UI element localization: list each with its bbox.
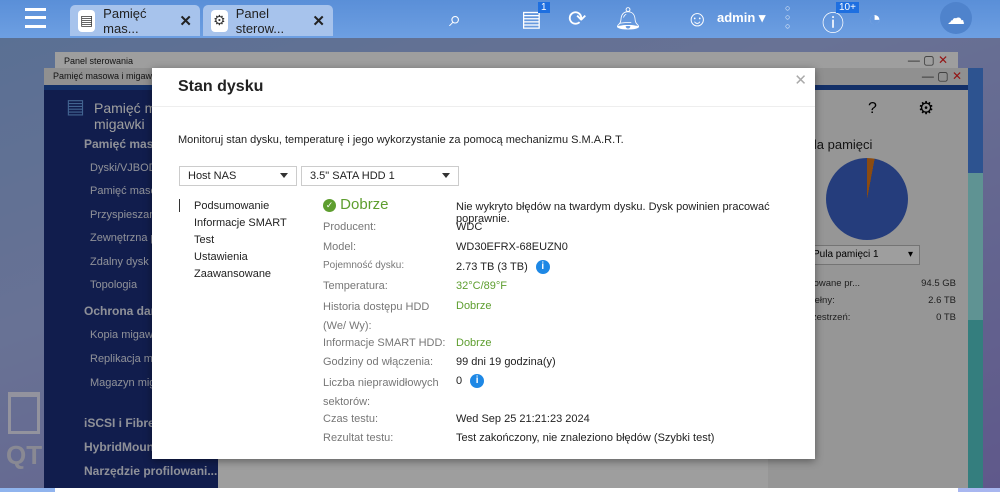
storage-icon: ▤ [78,9,96,32]
disk-status-dialog: Stan dysku ✕ Monitoruj stan dysku, tempe… [152,68,815,459]
smart-info-value: Dobrze [456,337,492,349]
field-label: Godziny od włączenia: [323,356,434,368]
username: admin [717,10,756,25]
dialog-title: Stan dysku [178,78,264,95]
close-icon[interactable]: ✕ [179,12,192,30]
nav-summary[interactable]: Podsumowanie [194,200,269,212]
info-icon[interactable]: i [535,260,550,274]
field-label: Producent: [323,221,377,233]
dialog-description: Monitoruj stan dysku, temperaturę i jego… [178,134,624,146]
test-result-value: Test zakończony, nie znaleziono błędów (… [456,432,715,444]
info-icon[interactable]: i [470,374,485,388]
field-label: Temperatura: [323,280,388,292]
check-icon: ✓ [323,199,336,212]
status-indicator: ✓ Dobrze [323,196,389,213]
dashboard-icon[interactable]: ◔ [868,6,881,32]
bell-icon[interactable]: 🔔︎ [614,6,642,32]
tab-label: Panel sterow... [235,5,285,36]
user-icon[interactable]: ☺ [686,6,708,32]
field-label: Liczba nieprawidłowych sektorów: [323,377,439,408]
nav-smart-info[interactable]: Informacje SMART [194,217,287,229]
disk-select-value: 3.5" SATA HDD 1 [310,170,395,182]
field-label: Historia dostępu HDD (We/ Wy): [323,301,430,332]
field-label: Rezultat testu: [323,432,394,444]
field-label: Czas testu: [323,413,379,425]
host-select-value: Host NAS [188,170,237,182]
nav-advanced[interactable]: Zaawansowane [194,268,271,280]
cloud-icon[interactable]: ☁ [940,2,972,34]
nav-settings[interactable]: Ustawienia [194,251,248,263]
field-label: Pojemność dysku: [323,260,405,271]
tasks-badge: 1 [538,2,550,13]
user-menu[interactable]: admin ▾ [717,10,765,26]
disk-select[interactable]: 3.5" SATA HDD 1 [301,166,459,186]
close-icon[interactable]: ✕ [794,71,807,89]
gear-icon: ⚙ [211,9,228,32]
sync-icon[interactable]: ⟳ [568,6,586,32]
status-message: Nie wykryto błędów na twardym dysku. Dys… [456,201,770,225]
test-time-value: Wed Sep 25 21:21:23 2024 [456,413,590,425]
power-on-hours-value: 99 dni 19 godzina(y) [456,356,556,368]
menu-icon[interactable] [25,8,46,28]
notification-badge: 10+ [836,2,859,13]
tab-label: Pamięć mas... [103,5,147,36]
temperature-value: 32°C/89°F [456,280,507,292]
host-select[interactable]: Host NAS [179,166,297,186]
tab-control-panel[interactable]: ⚙ Panel sterow... ✕ [203,5,333,36]
nav-test[interactable]: Test [194,234,214,246]
field-label: Model: [323,241,357,253]
model-value: WD30EFRX-68EUZN0 [456,241,568,253]
status-text: Dobrze [340,196,389,213]
top-bar: ▤ Pamięć mas... ✕ ⚙ Panel sterow... ✕ ⌕ ▤ 1 ⟳… [0,0,1000,38]
field-label: Informacje SMART HDD: [323,337,446,349]
manufacturer-value: WDC [456,221,483,233]
io-history-value: Dobrze [456,300,492,312]
capacity-value: 2.73 TB (3 TB) [456,260,528,273]
search-icon[interactable]: ⌕ [449,6,461,32]
close-icon[interactable]: ✕ [312,12,325,30]
more-icon[interactable]: ○ ○ ○ [785,4,790,31]
tab-storage[interactable]: ▤ Pamięć mas... ✕ [70,5,200,36]
bad-sectors-value: 0 [456,374,463,387]
